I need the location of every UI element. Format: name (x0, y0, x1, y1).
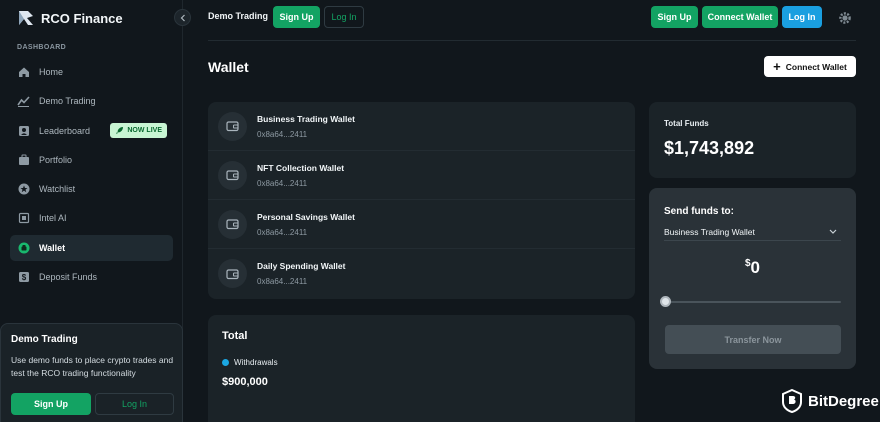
demo-card-description: Use demo funds to place crypto trades an… (11, 355, 174, 378)
wallet-address: 0x8a64...2411 (257, 129, 308, 139)
ai-chip-icon (17, 212, 30, 225)
sidebar-item-label: Wallet (39, 242, 66, 253)
topbar-divider (208, 40, 856, 41)
connect-wallet-label: Connect Wallet (785, 61, 847, 72)
sidebar-nav: Home Demo Trading Leaderboard NOW LIVE P… (10, 59, 173, 293)
demo-card-actions: Sign Up Log In (11, 393, 174, 415)
total-title: Total (222, 330, 248, 342)
chart-line-icon (17, 95, 30, 108)
sidebar: RCO Finance DASHBOARD Home Demo Trading … (0, 0, 183, 422)
sidebar-item-label: Demo Trading (39, 96, 96, 107)
sidebar-item-label: Home (39, 67, 64, 77)
topbar-right-signup-button[interactable]: Sign Up (651, 6, 698, 28)
legend-label: Withdrawals (234, 358, 278, 367)
sidebar-item-deposit-funds[interactable]: $ Deposit Funds (10, 264, 173, 290)
demo-card-title: Demo Trading (11, 334, 78, 345)
total-funds-card: Total Funds $1,743,892 (649, 102, 856, 178)
settings-icon[interactable] (837, 10, 852, 25)
sidebar-item-label: Deposit Funds (39, 272, 98, 283)
wallet-address: 0x8a64...2411 (257, 227, 308, 237)
sidebar-item-portfolio[interactable]: Portfolio (10, 147, 173, 173)
send-funds-card: Send funds to: Business Trading Wallet $… (649, 188, 856, 369)
wallet-name: Personal Savings Wallet (257, 211, 355, 222)
svg-text:$: $ (21, 273, 26, 282)
wallet-name: Business Trading Wallet (257, 113, 355, 124)
transfer-now-button[interactable]: Transfer Now (665, 325, 841, 354)
now-live-badge: NOW LIVE (110, 123, 167, 139)
star-icon (17, 183, 30, 196)
topbar-demo-label: Demo Trading (208, 11, 269, 21)
topbar-login-button[interactable]: Log In (324, 6, 364, 28)
amount-display[interactable]: $0 (649, 258, 856, 278)
rocket-icon (116, 127, 124, 135)
sidebar-collapse-button[interactable] (174, 9, 191, 26)
send-funds-label: Send funds to: (664, 206, 734, 217)
top-bar: Demo Trading Sign Up Log In Sign Up Conn… (183, 0, 880, 41)
wallet-icon (218, 160, 247, 190)
withdrawals-legend: Withdrawals (222, 358, 621, 367)
wallet-address: 0x8a64...2411 (257, 277, 308, 286)
now-live-label: NOW LIVE (127, 127, 162, 135)
chevron-left-icon (180, 14, 185, 21)
connect-wallet-button[interactable]: + Connect Wallet (764, 56, 856, 77)
dollar-icon: $ (17, 271, 30, 284)
sidebar-item-label: Watchlist (39, 184, 76, 195)
watermark-text: BitDegree (808, 392, 879, 410)
total-funds-label: Total Funds (664, 119, 709, 128)
home-icon (17, 66, 30, 79)
bitdegree-logo-icon (782, 389, 802, 413)
wallet-name: NFT Collection Wallet (257, 162, 345, 173)
wallet-list: Business Trading Wallet 0x8a64...2411 NF… (208, 102, 635, 299)
plus-icon: + (773, 58, 781, 74)
wallet-icon (218, 259, 247, 288)
brand-name: RCO Finance (41, 10, 123, 26)
wallet-icon (17, 241, 30, 254)
total-funds-value: $1,743,892 (664, 138, 755, 158)
wallet-select-value: Business Trading Wallet (664, 226, 755, 237)
sidebar-item-demo-trading[interactable]: Demo Trading (10, 88, 173, 114)
topbar-signup-button[interactable]: Sign Up (273, 6, 320, 28)
topbar-right-login-button[interactable]: Log In (782, 6, 822, 28)
withdrawals-value: $900,000 (222, 376, 268, 388)
wallet-name: Daily Spending Wallet (257, 261, 346, 271)
dashboard-section-label: DASHBOARD (17, 44, 67, 51)
wallet-row[interactable]: Daily Spending Wallet 0x8a64...2411 (208, 249, 635, 298)
topbar-connect-wallet-button[interactable]: Connect Wallet (702, 6, 778, 28)
page-title: Wallet (208, 59, 249, 75)
sidebar-item-leaderboard[interactable]: Leaderboard NOW LIVE (10, 118, 173, 144)
legend-dot (222, 359, 229, 366)
amount-slider-thumb[interactable] (660, 296, 671, 307)
wallet-row[interactable]: Personal Savings Wallet 0x8a64...2411 (208, 200, 635, 249)
sidebar-item-label: Leaderboard (39, 125, 91, 136)
portfolio-icon (17, 153, 30, 166)
wallet-row[interactable]: NFT Collection Wallet 0x8a64...2411 (208, 151, 635, 200)
sidebar-item-label: Portfolio (39, 154, 73, 165)
wallet-row[interactable]: Business Trading Wallet 0x8a64...2411 (208, 102, 635, 151)
wallet-icon (218, 209, 247, 239)
wallet-select[interactable]: Business Trading Wallet (664, 223, 841, 241)
chevron-down-icon (829, 229, 837, 234)
wallet-address: 0x8a64...2411 (257, 178, 308, 188)
amount-slider-track[interactable] (665, 301, 841, 303)
rco-logo-icon (19, 11, 33, 25)
sidebar-item-wallet[interactable]: Wallet (10, 234, 173, 261)
demo-trading-card: Demo Trading Use demo funds to place cry… (0, 323, 183, 422)
sidebar-item-label: Intel AI (39, 213, 67, 224)
bitdegree-watermark: BitDegree (781, 389, 879, 413)
sidebar-item-intel-ai[interactable]: Intel AI (10, 205, 173, 231)
brand-logo[interactable]: RCO Finance (17, 9, 123, 27)
leaderboard-icon (17, 124, 30, 137)
total-card: Total Withdrawals $900,000 (208, 315, 635, 422)
amount-value: 0 (750, 258, 761, 277)
demo-signup-button[interactable]: Sign Up (11, 393, 91, 415)
sidebar-item-watchlist[interactable]: Watchlist (10, 176, 173, 202)
demo-login-button[interactable]: Log In (95, 393, 174, 415)
wallet-icon (218, 111, 247, 141)
sidebar-item-home[interactable]: Home (10, 59, 173, 85)
